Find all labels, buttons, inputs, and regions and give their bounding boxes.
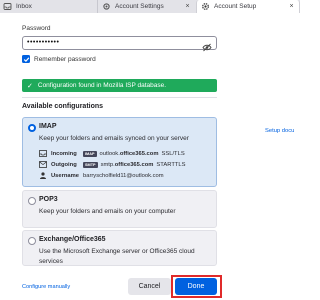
tab-account-settings[interactable]: Account Settings × — [97, 0, 195, 13]
check-icon: ✓ — [27, 82, 33, 90]
cancel-button[interactable]: Cancel — [128, 278, 171, 295]
tab-label: Account Setup — [214, 3, 257, 10]
username-row: Username barryscholfield11@outlook.com — [39, 171, 164, 180]
config-option-exchange[interactable]: Exchange/Office365 Use the Microsoft Exc… — [22, 230, 217, 266]
incoming-label: Incoming — [51, 150, 77, 157]
config-title: POP3 — [39, 196, 58, 203]
config-title: IMAP — [39, 123, 57, 130]
remember-password-label: Remember password — [34, 55, 96, 63]
eye-off-icon[interactable] — [202, 39, 212, 52]
outgoing-icon — [39, 161, 47, 168]
config-title: Exchange/Office365 — [39, 236, 106, 243]
incoming-protocol-badge: IMAP — [83, 150, 97, 157]
password-label: Password — [22, 25, 51, 32]
done-button[interactable]: Done — [175, 278, 217, 295]
available-configurations-heading: Available configurations — [22, 103, 104, 110]
outgoing-protocol-badge: SMTP — [83, 161, 98, 168]
incoming-icon — [39, 150, 47, 157]
username-value: barryscholfield11@outlook.com — [83, 172, 164, 179]
tab-bar: Inbox Account Settings × Account Setup × — [0, 0, 300, 13]
close-icon[interactable]: × — [288, 3, 295, 10]
username-label: Username — [51, 172, 80, 179]
banner-text: Configuration found in Mozilla ISP datab… — [37, 82, 167, 89]
close-icon[interactable]: × — [184, 3, 191, 10]
tab-label: Account Settings — [115, 3, 164, 10]
setup-documentation-link[interactable]: Setup docu — [265, 128, 294, 134]
config-found-banner: ✓ Configuration found in Mozilla ISP dat… — [22, 79, 217, 92]
gear-icon — [201, 2, 210, 11]
divider — [22, 97, 217, 98]
pop3-radio[interactable] — [28, 197, 36, 205]
config-description: Keep your folders and emails on your com… — [39, 208, 176, 215]
outgoing-security: STARTTLS — [156, 161, 186, 168]
outgoing-host-prefix: smtp. — [100, 161, 115, 168]
exchange-radio[interactable] — [28, 237, 36, 245]
incoming-row: Incoming IMAP outlook. office365.com SSL… — [39, 149, 185, 158]
remember-password-checkbox[interactable]: Remember password — [22, 55, 96, 63]
settings-icon — [102, 2, 111, 11]
checkmark-icon — [22, 55, 30, 63]
incoming-host-domain: office365.com — [119, 150, 159, 157]
config-option-imap[interactable]: IMAP Keep your folders and emails synced… — [22, 117, 217, 187]
user-icon — [39, 172, 47, 179]
imap-radio[interactable] — [28, 124, 36, 132]
tab-inbox[interactable]: Inbox — [0, 0, 95, 13]
password-input[interactable]: ••••••••••• — [22, 36, 217, 52]
config-option-pop3[interactable]: POP3 Keep your folders and emails on you… — [22, 190, 217, 228]
incoming-host-prefix: outlook. — [99, 150, 120, 157]
config-description: Keep your folders and emails synced on y… — [39, 135, 189, 142]
incoming-security: SSL/TLS — [161, 150, 185, 157]
tab-label: Inbox — [16, 3, 32, 10]
outgoing-label: Outgoing — [51, 161, 77, 168]
config-description: Use the Microsoft Exchange server or Off… — [39, 248, 195, 265]
password-value: ••••••••••• — [27, 39, 60, 46]
tab-account-setup[interactable]: Account Setup × — [196, 0, 300, 13]
inbox-icon — [3, 2, 12, 11]
configure-manually-link[interactable]: Configure manually — [22, 284, 70, 290]
outgoing-host-domain: office365.com — [114, 161, 154, 168]
outgoing-row: Outgoing SMTP smtp. office365.com STARTT… — [39, 160, 186, 169]
